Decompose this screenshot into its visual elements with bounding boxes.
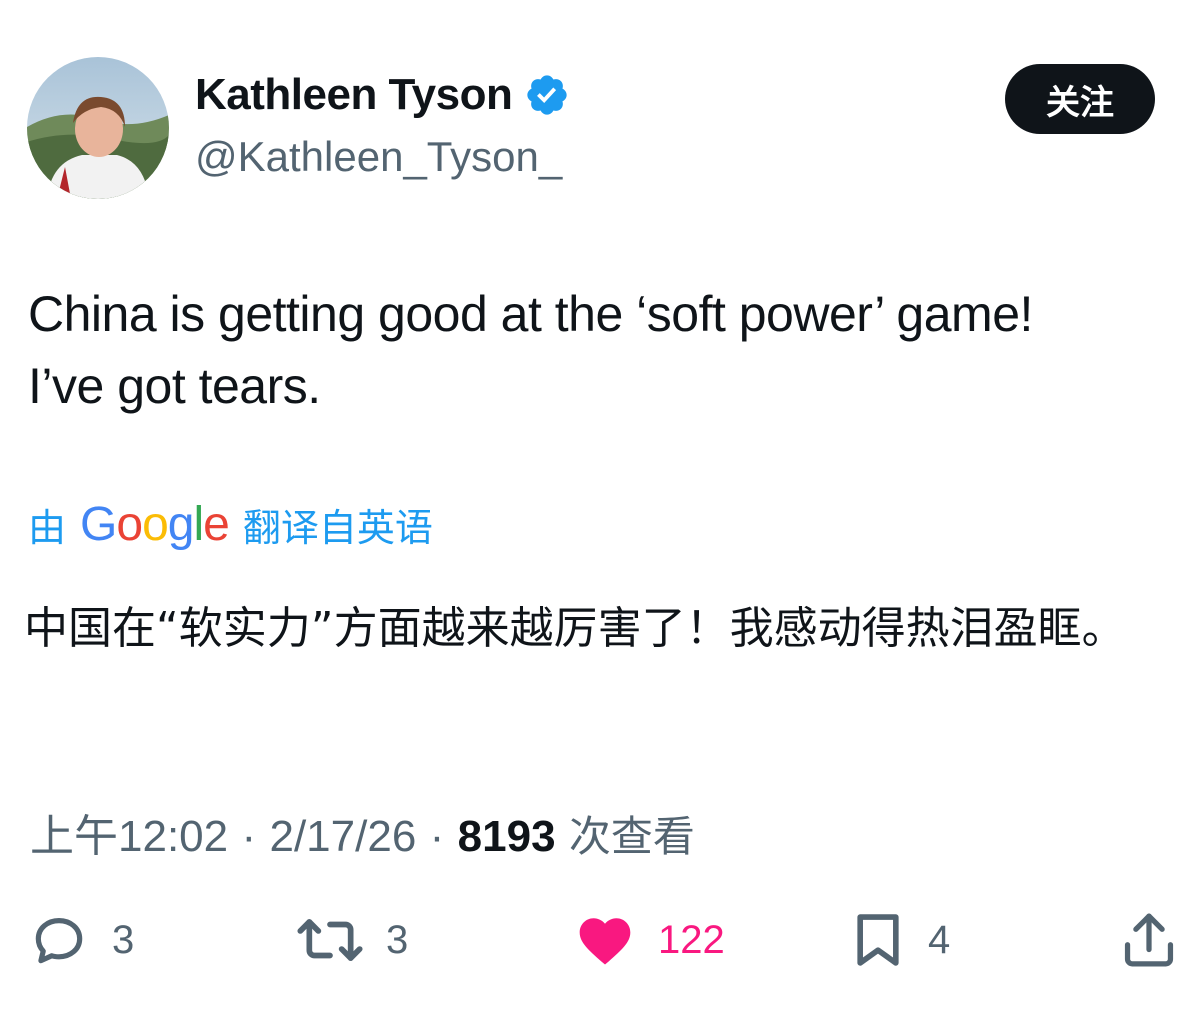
retweet-button[interactable]: 3 <box>296 905 408 975</box>
tweet-date[interactable]: 2/17/26 <box>269 812 416 861</box>
retweet-icon <box>297 919 363 961</box>
views-label: 次查看 <box>568 812 695 861</box>
heart-filled-icon <box>579 918 631 965</box>
tweet-text-line: China is getting good at the ‘soft power… <box>28 286 1033 342</box>
meta-separator: · <box>241 812 257 861</box>
reply-count: 3 <box>112 917 135 962</box>
tweet-text-line: I’ve got tears. <box>28 358 321 414</box>
bookmark-count: 4 <box>928 917 951 962</box>
translated-tweet-text: 中国在“软实力”方面越来越厉害了！我感动得热泪盈眶。 <box>24 603 1126 654</box>
like-count: 122 <box>658 917 725 962</box>
like-button[interactable]: 122 <box>574 905 725 975</box>
translation-suffix: 翻译自英语 <box>242 506 433 550</box>
author-display-name-row[interactable]: Kathleen Tyson <box>195 70 570 120</box>
reply-icon <box>35 918 83 964</box>
meta-separator: · <box>429 812 445 861</box>
tweet-meta: 上午12:02 · 2/17/26 · 8193 次查看 <box>30 800 695 864</box>
author-handle[interactable]: @Kathleen_Tyson_ <box>195 133 562 181</box>
author-display-name[interactable]: Kathleen Tyson <box>195 70 513 120</box>
retweet-count: 3 <box>386 917 409 962</box>
bookmark-icon <box>857 914 899 966</box>
translation-prefix: 由 <box>28 506 67 550</box>
avatar-photo <box>27 57 169 199</box>
translation-attribution[interactable]: 由 Google 翻译自英语 <box>28 497 433 552</box>
bookmark-button[interactable]: 4 <box>850 905 950 975</box>
share-icon <box>1124 913 1174 967</box>
views-count: 8193 <box>457 812 556 861</box>
tweet-time[interactable]: 上午12:02 <box>30 812 228 861</box>
share-button[interactable] <box>1120 905 1178 975</box>
tweet-text: China is getting good at the ‘soft power… <box>28 278 1178 422</box>
avatar[interactable] <box>27 57 169 199</box>
google-logo: Google <box>80 498 230 551</box>
reply-button[interactable]: 3 <box>28 905 134 975</box>
verified-badge-icon <box>527 75 568 115</box>
follow-button[interactable]: 关注 <box>1005 64 1155 134</box>
